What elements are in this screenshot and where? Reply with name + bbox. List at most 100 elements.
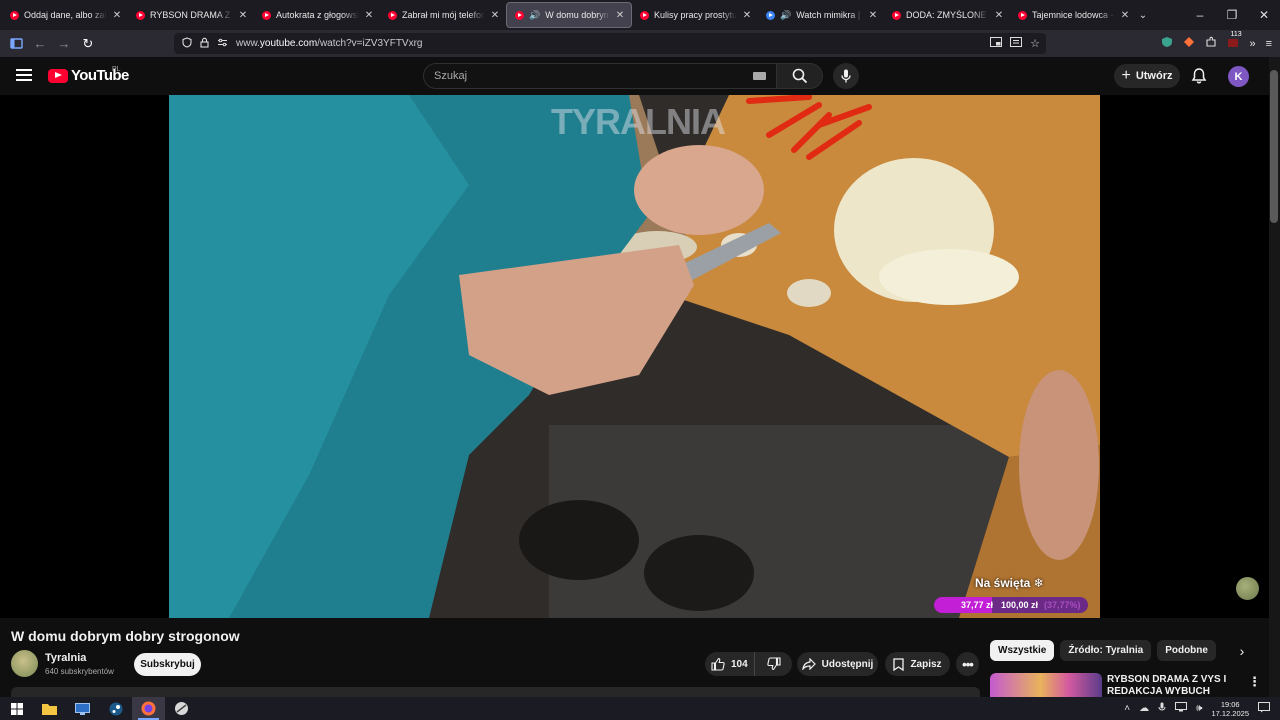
filter-chip[interactable]: Wszystkie <box>990 640 1055 661</box>
channel-avatar[interactable] <box>11 650 38 677</box>
tab-close-icon[interactable]: ✕ <box>742 10 752 21</box>
browser-tab[interactable]: Kulisy pracy prostytutki. C ✕ <box>632 3 758 27</box>
dislike-button[interactable] <box>755 652 792 676</box>
tab-list: Oddaj dane, albo zabierzemy✕RYBSON DRAMA… <box>0 0 1136 30</box>
subscribe-button[interactable]: Subskrybuj <box>134 653 201 676</box>
like-dislike-group: 104 <box>705 652 792 676</box>
browser-tab[interactable]: 🔊 Watch mimikra | Stream ✕ <box>758 3 884 27</box>
tracking-protection-icon[interactable] <box>182 36 192 51</box>
floating-channel-avatar[interactable] <box>1236 577 1259 600</box>
notifications-icon[interactable] <box>1258 701 1270 716</box>
tab-close-icon[interactable]: ✕ <box>615 10 625 21</box>
app-taskbar-icon[interactable] <box>165 697 198 720</box>
youtube-favicon-icon <box>262 10 271 20</box>
save-button[interactable]: Zapisz <box>885 652 950 676</box>
recommendation-thumbnail[interactable] <box>990 673 1102 697</box>
more-actions-button[interactable]: ••• <box>956 652 979 676</box>
related-filter-chips: WszystkieŹródło: TyralniaPodobneDla <box>990 640 1222 662</box>
app-menu-icon[interactable]: ≡ <box>1266 38 1272 50</box>
tab-close-icon[interactable]: ✕ <box>238 10 248 21</box>
firefox-relay-icon[interactable] <box>1183 36 1195 51</box>
windows-start-icon[interactable] <box>0 697 33 720</box>
ublock-extension-icon[interactable]: 113 <box>1227 31 1242 51</box>
sidebar-toggle-icon[interactable] <box>4 33 28 55</box>
recommendation-menu-icon[interactable]: ⋮ <box>1248 674 1261 690</box>
browser-tab[interactable]: Oddaj dane, albo zabierzemy ✕ <box>2 3 128 27</box>
steam-icon[interactable] <box>99 697 132 720</box>
search-button[interactable] <box>777 63 823 89</box>
tab-close-icon[interactable]: ✕ <box>868 10 878 21</box>
channel-name[interactable]: Tyralnia <box>45 652 86 664</box>
browser-tab[interactable]: 🔊 W domu dobrym dobry ✕ <box>506 2 632 28</box>
maximize-button[interactable]: ❐ <box>1216 8 1248 22</box>
reload-button[interactable]: ↻ <box>76 33 100 55</box>
chevron-right-icon[interactable]: › <box>1232 641 1252 661</box>
close-window-button[interactable]: ✕ <box>1248 8 1280 22</box>
page-scrollbar-thumb[interactable] <box>1270 70 1278 223</box>
browser-navbar: ← → ↻ www.youtube.com/watch?v=iZV3YFTVxr… <box>0 30 1280 57</box>
lock-icon[interactable] <box>200 37 209 51</box>
browser-tab[interactable]: Autokrata z głogowskiej ✕ <box>254 3 380 27</box>
list-all-tabs-button[interactable]: ⌄ <box>1130 10 1156 21</box>
extensions-puzzle-icon[interactable] <box>1205 36 1217 51</box>
vpn-shield-icon[interactable] <box>1161 36 1173 51</box>
donation-progress-bar: 37,77 zł 100,00 zł (37,77%) <box>934 597 1088 613</box>
donation-goal-title: Na święta ❄ <box>975 576 1044 590</box>
volume-icon[interactable]: 🕪 <box>1196 703 1202 714</box>
permissions-icon[interactable] <box>217 38 228 50</box>
browser-tab[interactable]: DODA: ZMYŚLONE ŻYCIE ✕ <box>884 3 1010 27</box>
share-button[interactable]: Udostępnij <box>797 652 878 676</box>
overflow-chevron-icon[interactable]: » <box>1249 38 1255 50</box>
tray-overflow-chevron-icon[interactable]: ˄ <box>1124 703 1130 714</box>
recommendation-title[interactable]: RYBSON DRAMA Z VYS I REDAKCJA WYBUCH <box>1107 674 1237 697</box>
back-button[interactable]: ← <box>28 33 52 55</box>
filter-chip[interactable]: Podobne <box>1157 640 1216 661</box>
browser-tab[interactable]: RYBSON DRAMA Z VYS I RED ✕ <box>128 3 254 27</box>
guide-menu-icon[interactable] <box>16 69 32 81</box>
clock[interactable]: 19:06 17.12.2025 <box>1211 700 1249 718</box>
tab-title: Zabrał mi mój telefon w <box>402 10 485 20</box>
browser-tab[interactable]: Tajemnice lodowca - You ✕ <box>1010 3 1136 27</box>
tab-audio-icon[interactable]: 🔊 <box>529 10 540 21</box>
video-player[interactable]: TYRALNIA Na święta ❄ 37,77 zł 100,00 zł … <box>0 95 1269 618</box>
tab-close-icon[interactable]: ✕ <box>490 10 500 21</box>
create-button[interactable]: + Utwórz <box>1114 64 1180 88</box>
share-arrow-icon <box>801 658 816 670</box>
extension-badge-count: 113 <box>1230 31 1242 38</box>
filter-chip[interactable]: Źródło: Tyralnia <box>1060 640 1152 661</box>
keyboard-icon[interactable] <box>753 72 766 80</box>
network-icon[interactable] <box>1175 702 1188 715</box>
account-avatar[interactable]: K <box>1228 66 1249 87</box>
tab-close-icon[interactable]: ✕ <box>112 10 122 21</box>
browser-tab[interactable]: Zabrał mi mój telefon w ✕ <box>380 3 506 27</box>
video-frame[interactable]: TYRALNIA Na święta ❄ 37,77 zł 100,00 zł … <box>169 95 1100 618</box>
remote-desktop-icon[interactable] <box>66 697 99 720</box>
tab-audio-icon[interactable]: 🔊 <box>780 10 791 21</box>
notifications-bell-icon[interactable] <box>1190 67 1208 85</box>
share-label: Udostępnij <box>821 658 874 670</box>
bookmark-star-icon[interactable]: ☆ <box>1030 37 1040 50</box>
tab-close-icon[interactable]: ✕ <box>364 10 374 21</box>
reader-view-icon[interactable] <box>1010 37 1023 50</box>
minimize-button[interactable]: – <box>1184 8 1216 22</box>
voice-search-button[interactable] <box>833 63 859 89</box>
firefox-taskbar-icon[interactable] <box>132 697 165 720</box>
channel-watermark: TYRALNIA <box>551 101 726 142</box>
youtube-favicon-icon <box>10 10 19 20</box>
tab-title: Autokrata z głogowskiej <box>276 10 359 20</box>
microphone-tray-icon[interactable] <box>1158 702 1166 716</box>
url-prefix: www. <box>236 38 260 49</box>
file-explorer-icon[interactable] <box>33 697 66 720</box>
cloud-sync-icon[interactable]: ☁ <box>1139 703 1149 714</box>
forward-button[interactable]: → <box>52 33 76 55</box>
youtube-favicon-icon <box>388 10 397 20</box>
search-input[interactable]: Szukaj <box>423 63 777 89</box>
tab-close-icon[interactable]: ✕ <box>1120 10 1130 21</box>
description-box[interactable] <box>11 687 980 697</box>
tab-close-icon[interactable]: ✕ <box>994 10 1004 21</box>
donation-current-amount: 37,77 zł <box>961 600 994 610</box>
like-button[interactable]: 104 <box>705 652 755 676</box>
picture-in-picture-icon[interactable] <box>990 37 1003 50</box>
url-bar[interactable]: www.youtube.com/watch?v=iZV3YFTVxrg ☆ <box>174 33 1046 54</box>
clock-time: 19:06 <box>1220 699 1240 709</box>
